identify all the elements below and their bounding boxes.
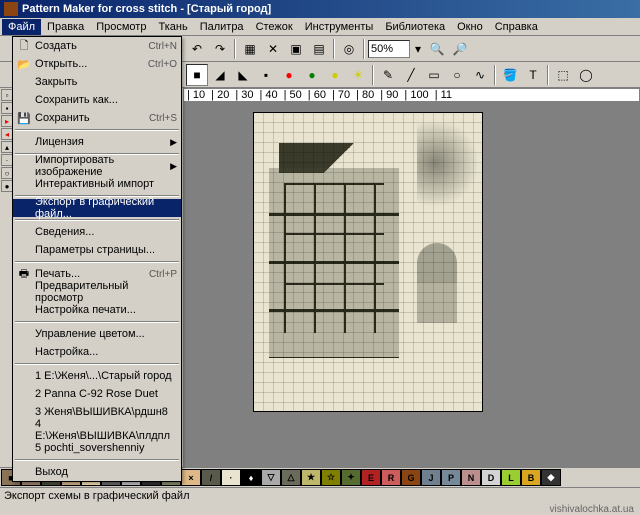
menu-edit[interactable]: Правка — [41, 19, 90, 35]
palette-color[interactable]: B — [521, 469, 541, 486]
submenu-arrow-icon: ▶ — [170, 137, 177, 148]
zoom-input[interactable] — [368, 40, 410, 58]
dot-red-icon[interactable]: ● — [278, 64, 300, 86]
palette-color[interactable]: ♦ — [241, 469, 261, 486]
select-lasso-icon[interactable]: ◯ — [575, 64, 597, 86]
menu-create[interactable]: 🗋СоздатьCtrl+N — [13, 37, 181, 55]
zoom-dropdown-icon[interactable]: ▾ — [411, 38, 425, 60]
palette-color[interactable]: / — [201, 469, 221, 486]
pencil-icon[interactable]: ✎ — [377, 64, 399, 86]
menu-exit[interactable]: Выход — [13, 463, 181, 481]
menu-library[interactable]: Библиотека — [379, 19, 451, 35]
zoom-out-icon[interactable]: 🔎 — [449, 38, 471, 60]
zoom-in-icon[interactable]: 🔍 — [426, 38, 448, 60]
curve-icon[interactable]: ∿ — [469, 64, 491, 86]
menu-license[interactable]: Лицензия▶ — [13, 133, 181, 151]
menu-fabric[interactable]: Ткань — [152, 19, 193, 35]
menu-file[interactable]: Файл — [2, 19, 41, 35]
menu-import-image[interactable]: Импортировать изображение▶ — [13, 157, 181, 175]
fill-icon[interactable]: 🪣 — [499, 64, 521, 86]
titlebar: Pattern Maker for cross stitch - [Старый… — [0, 0, 640, 18]
menu-recent-4[interactable]: 4 E:\Женя\ВЫШИВКА\плдпл — [13, 421, 181, 439]
line-icon[interactable]: ╱ — [400, 64, 422, 86]
menu-export-graphic[interactable]: Экспорт в графический файл... — [13, 199, 181, 217]
pattern-preview — [253, 112, 483, 412]
print-icon: 🖶 — [16, 266, 32, 282]
menu-info[interactable]: Сведения... — [13, 223, 181, 241]
menu-recent-1[interactable]: 1 E:\Женя\...\Старый город — [13, 367, 181, 385]
menu-open[interactable]: 📂Открыть...Ctrl+O — [13, 55, 181, 73]
dot-green-icon[interactable]: ● — [301, 64, 323, 86]
menubar: Файл Правка Просмотр Ткань Палитра Стежо… — [0, 18, 640, 36]
palette-color[interactable]: G — [401, 469, 421, 486]
menu-interactive-import[interactable]: Интерактивный импорт — [13, 175, 181, 193]
menu-recent-5[interactable]: 5 pochti_sovershenniy — [13, 439, 181, 457]
palette-color[interactable]: N — [461, 469, 481, 486]
palette-color[interactable]: △ — [281, 469, 301, 486]
stitch-petite-icon[interactable]: ▪ — [255, 64, 277, 86]
palette-color[interactable]: J — [421, 469, 441, 486]
dot-yellow-icon[interactable]: ● — [324, 64, 346, 86]
app-icon — [4, 2, 18, 16]
palette-color[interactable]: ✦ — [341, 469, 361, 486]
menu-view[interactable]: Просмотр — [90, 19, 152, 35]
menu-palette[interactable]: Палитра — [194, 19, 250, 35]
stitch-half-icon[interactable]: ◢ — [209, 64, 231, 86]
palette-color[interactable]: ◆ — [541, 469, 561, 486]
palette-color[interactable]: P — [441, 469, 461, 486]
undo-icon[interactable]: ↶ — [186, 38, 208, 60]
select-rect-icon[interactable]: ⬚ — [552, 64, 574, 86]
open-icon: 📂 — [16, 56, 32, 72]
palette-color[interactable]: ☆ — [321, 469, 341, 486]
file-dropdown-menu: 🗋СоздатьCtrl+N 📂Открыть...Ctrl+O Закрыть… — [12, 36, 182, 482]
text-icon[interactable]: T — [522, 64, 544, 86]
menu-print-preview[interactable]: Предварительный просмотр — [13, 283, 181, 301]
palette-color[interactable]: · — [221, 469, 241, 486]
menu-window[interactable]: Окно — [451, 19, 489, 35]
window-title: Pattern Maker for cross stitch - [Старый… — [22, 3, 271, 15]
menu-tools[interactable]: Инструменты — [299, 19, 380, 35]
menu-recent-2[interactable]: 2 Panna C-92 Rose Duet — [13, 385, 181, 403]
palette-color[interactable]: ★ — [301, 469, 321, 486]
menu-save-as[interactable]: Сохранить как... — [13, 91, 181, 109]
save-icon: 💾 — [16, 110, 32, 126]
menu-print-setup[interactable]: Настройка печати... — [13, 301, 181, 319]
rect-icon[interactable]: ▭ — [423, 64, 445, 86]
ruler-horizontal: | 10| 20| 30| 40| 50| 60| 70| 80| 90| 10… — [183, 88, 640, 102]
symbol-icon[interactable]: ▣ — [285, 38, 307, 60]
statusbar: Экспорт схемы в графический файл — [0, 487, 640, 503]
stitch-full-icon[interactable]: ■ — [186, 64, 208, 86]
color-icon[interactable]: ▤ — [308, 38, 330, 60]
palette-color[interactable]: × — [181, 469, 201, 486]
palette-color[interactable]: L — [501, 469, 521, 486]
menu-color-mgmt[interactable]: Управление цветом... — [13, 325, 181, 343]
submenu-arrow-icon: ▶ — [170, 161, 177, 172]
new-icon: 🗋 — [16, 38, 32, 54]
watermark: vishivalochka.at.ua — [550, 504, 635, 515]
redo-icon[interactable]: ↷ — [209, 38, 231, 60]
menu-save[interactable]: 💾СохранитьCtrl+S — [13, 109, 181, 127]
status-text: Экспорт схемы в графический файл — [4, 490, 190, 502]
stitch-quarter-icon[interactable]: ◣ — [232, 64, 254, 86]
grid-icon[interactable]: ▦ — [239, 38, 261, 60]
menu-stitch[interactable]: Стежок — [250, 19, 299, 35]
menu-close[interactable]: Закрыть — [13, 73, 181, 91]
sun-icon[interactable]: ☀ — [347, 64, 369, 86]
palette-color[interactable]: D — [481, 469, 501, 486]
palette-color[interactable]: E — [361, 469, 381, 486]
canvas[interactable] — [183, 102, 640, 468]
menu-page-params[interactable]: Параметры страницы... — [13, 241, 181, 259]
ellipse-icon[interactable]: ○ — [446, 64, 468, 86]
palette-color[interactable]: R — [381, 469, 401, 486]
menu-settings[interactable]: Настройка... — [13, 343, 181, 361]
palette-color[interactable]: ▽ — [261, 469, 281, 486]
target-icon[interactable]: ◎ — [338, 38, 360, 60]
menu-help[interactable]: Справка — [489, 19, 544, 35]
x-icon[interactable]: ✕ — [262, 38, 284, 60]
